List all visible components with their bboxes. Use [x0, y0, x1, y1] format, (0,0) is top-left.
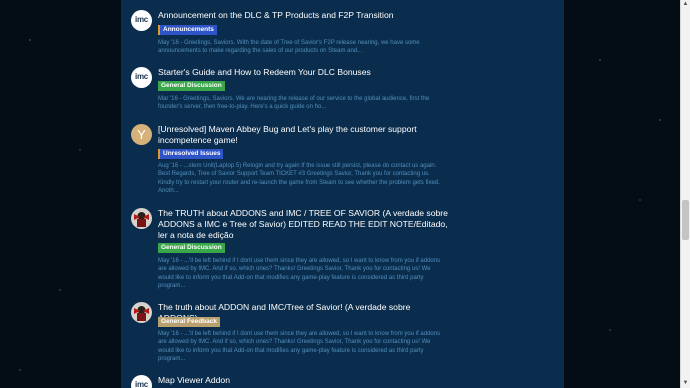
avatar: Y [131, 124, 152, 145]
category-badge[interactable]: General Discussion [158, 81, 225, 91]
imc-logo-icon: imc [135, 15, 148, 24]
category-badge[interactable]: Unresolved Issues [158, 149, 224, 159]
imc-logo-icon: imc [135, 72, 148, 81]
page-scrollbar[interactable]: ▲ ▼ [680, 0, 690, 388]
topic-result[interactable]: imc Map Viewer Addon [131, 375, 451, 388]
topic-title[interactable]: Starter's Guide and How to Redeem Your D… [158, 67, 449, 78]
scroll-up-icon[interactable]: ▲ [681, 0, 690, 9]
avatar: imc [131, 67, 152, 88]
avatar: imc [131, 375, 152, 388]
avatar [131, 302, 152, 323]
topic-title[interactable]: Map Viewer Addon [158, 375, 449, 386]
topic-excerpt: May '16 - ...'ll be left behind if I don… [158, 258, 441, 289]
imc-logo-icon: imc [135, 380, 148, 388]
category-badge[interactable]: Announcements [158, 25, 217, 35]
topic-result[interactable]: imc Starter's Guide and How to Redeem Yo… [131, 67, 451, 115]
category-badge[interactable]: General Feedback [158, 317, 220, 327]
category-badge[interactable]: General Discussion [158, 243, 225, 253]
topic-result[interactable]: The truth about ADDON and IMC/Tree of Sa… [131, 302, 451, 364]
topic-result[interactable]: The TRUTH about ADDONS and IMC / TREE OF… [131, 208, 451, 293]
scroll-down-icon[interactable]: ▼ [681, 379, 690, 388]
topic-title[interactable]: Announcement on the DLC & TP Products an… [158, 10, 449, 21]
avatar: imc [131, 10, 152, 31]
samurai-avatar-icon [134, 212, 149, 227]
avatar [131, 208, 152, 229]
topic-excerpt: May '16 - Greetings, Saviors. With the d… [158, 40, 420, 55]
topic-title[interactable]: The TRUTH about ADDONS and IMC / TREE OF… [158, 208, 449, 241]
topic-excerpt: Aug '16 - ...stem Unit(Laptop 5) Relogin… [158, 163, 440, 194]
topic-result[interactable]: Y [Unresolved] Maven Abbey Bug and Let's… [131, 124, 451, 198]
topic-excerpt: May '16 - ...'ll be left behind if I don… [158, 331, 441, 362]
topic-title[interactable]: [Unresolved] Maven Abbey Bug and Let's p… [158, 124, 449, 146]
topic-result[interactable]: imc Announcement on the DLC & TP Product… [131, 10, 451, 58]
topic-excerpt: Mar '16 - Greetings, Saviors. We are nea… [158, 96, 430, 111]
scrollbar-thumb[interactable] [682, 200, 689, 240]
samurai-avatar-icon [134, 306, 149, 321]
